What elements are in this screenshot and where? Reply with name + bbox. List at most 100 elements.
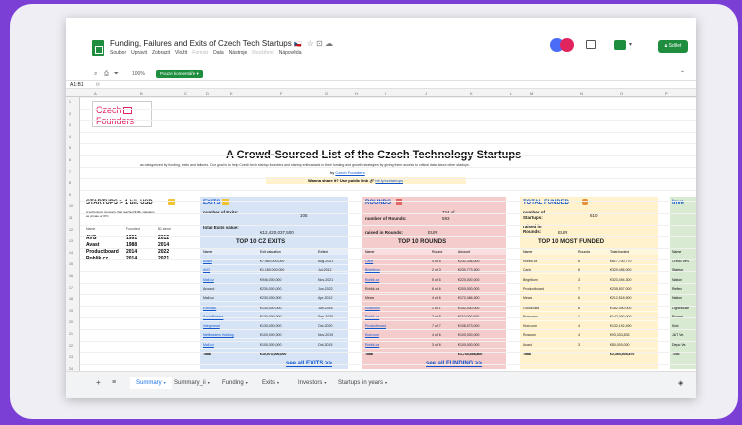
column-header[interactable]: B [140,91,143,96]
exits-name-cell[interactable]: Around [203,287,214,291]
funded-name-cell[interactable]: Mews [523,296,532,300]
column-header[interactable]: N [580,91,583,96]
menu-item[interactable]: Rozšíření [252,50,273,56]
view-mode-button[interactable]: Pouze komentáře ▾ [156,70,203,78]
exits-name-cell[interactable]: Integromat [203,324,220,328]
column-header[interactable]: A [94,91,97,96]
row-header[interactable]: 8 [69,181,71,185]
row-header[interactable]: 3 [69,123,71,127]
funded-name-cell[interactable]: Avast [523,343,532,347]
column-header[interactable]: I [385,91,386,96]
column-header[interactable]: D [206,91,209,96]
sheet-tab[interactable]: Funding ▾ [222,380,248,386]
column-header[interactable]: E [230,91,233,96]
all-sheets-icon[interactable]: ≡ [112,379,116,386]
share-button[interactable]: 🔒︎ Sdílet [658,40,688,53]
row-header[interactable]: 13 [69,239,73,243]
menu-item[interactable]: Zobrazit [152,50,170,56]
exits-name-cell[interactable]: Mall.cz [203,296,214,300]
rounds-name-cell[interactable]: Rohlik.cz [365,287,379,291]
column-header[interactable]: O [620,91,623,96]
menu-item[interactable]: Nápověda [279,50,302,56]
name-box[interactable]: A1:B1 [70,83,84,88]
investor-name[interactable]: Reflex [672,287,682,291]
column-header[interactable]: C [184,91,187,96]
investor-name[interactable]: J&T Ve. [672,333,684,337]
row-header[interactable]: 17 [69,286,73,290]
column-header[interactable]: P [665,91,668,96]
explore-icon[interactable]: ◈ [678,379,683,387]
czech-founders-link[interactable]: Czech Founders [335,170,364,175]
rounds-name-cell[interactable]: Kiwi.com [365,333,379,337]
meet-icon[interactable] [614,40,626,50]
rounds-name-cell[interactable]: Productboard [365,324,386,328]
funded-name-cell[interactable]: Kiwi.com [523,324,537,328]
unicorn-name[interactable]: Productboard [86,249,119,255]
sheet-tab[interactable]: Summary_ii ▾ [174,380,210,386]
row-header[interactable]: 12 [69,228,73,232]
add-sheet-icon[interactable]: + [96,378,101,387]
menu-item[interactable]: Data [213,50,224,56]
row-header[interactable]: 20 [69,320,73,324]
exits-name-cell[interactable]: Mall.cz [203,343,214,347]
zoom-select[interactable]: 100% [132,72,145,77]
row-header[interactable]: 4 [69,135,71,139]
row-header[interactable]: 21 [69,332,73,336]
investor-name[interactable]: Depo Ve. [672,343,686,347]
column-header[interactable]: M [530,91,533,96]
row-header[interactable]: 18 [69,297,73,301]
filter-icon[interactable]: ⏷ [114,71,119,77]
rounds-name-cell[interactable]: Rohlik.cz [365,278,379,282]
funded-name-cell[interactable]: Rossum [523,333,536,337]
print-icon[interactable]: ⎙ [104,71,109,77]
exits-name-cell[interactable]: Mall.cz [203,278,214,282]
column-header[interactable]: J [425,91,427,96]
collaborator-avatar[interactable] [560,38,574,52]
row-header[interactable]: 5 [69,146,71,150]
row-header[interactable]: 6 [69,158,71,162]
row-header[interactable]: 11 [69,216,73,220]
sheet-tab[interactable]: Startups in years ▾ [338,380,387,386]
comments-icon[interactable] [586,40,596,49]
row-header[interactable]: 15 [69,262,73,266]
sheets-logo-icon[interactable] [92,40,104,56]
meet-dropdown-icon[interactable]: ▾ [629,41,632,48]
row-header[interactable]: 2 [69,112,71,116]
cloud-icon[interactable]: ☁ [325,39,333,48]
row-header[interactable]: 22 [69,344,73,348]
row-header[interactable]: 23 [69,355,73,359]
menu-item[interactable]: Upravit [131,50,147,56]
investor-name[interactable]: Nation [672,296,682,300]
funded-name-cell[interactable]: Productboard [523,287,544,291]
document-title[interactable]: Funding, Failures and Exits of Czech Tec… [110,39,333,48]
sheet-tab[interactable]: Investors ▾ [298,380,326,386]
czech-founders-logo[interactable]: Czech Founders [92,101,152,127]
move-icon[interactable]: ⊡ [316,39,323,48]
row-header[interactable]: 9 [69,193,71,197]
menu-item[interactable]: Nástroje [229,50,248,56]
row-header[interactable]: 7 [69,170,71,174]
menu-item[interactable]: Formát [192,50,208,56]
menu-item[interactable]: Vložit [175,50,187,56]
column-header[interactable]: K [470,91,473,96]
column-header[interactable]: F [280,91,282,96]
rounds-name-cell[interactable]: Rohlik.cz [365,343,379,347]
search-menus-icon[interactable]: ⌕ [94,71,97,77]
investor-name[interactable]: Nation [672,278,682,282]
row-header[interactable]: 16 [69,274,73,278]
funded-name-cell[interactable]: Brightlum [523,278,538,282]
sheet-tab[interactable]: Summary ▾ [130,377,172,389]
star-icon[interactable]: ☆ [307,39,314,48]
row-header[interactable]: 10 [69,204,73,208]
row-header[interactable]: 1 [69,100,71,104]
row-header[interactable]: 19 [69,309,73,313]
menu-item[interactable]: Soubor [110,50,126,56]
sheet-tab[interactable]: Exits ▾ [262,380,279,386]
column-header[interactable]: L [510,91,512,96]
column-header[interactable]: G [325,91,328,96]
rounds-name-cell[interactable]: Mews [365,296,374,300]
row-header[interactable]: 14 [69,251,73,255]
exits-name-cell[interactable]: Netfleaders Holding [203,333,234,337]
collapse-menu-icon[interactable]: ⌃ [680,71,685,77]
investor-name[interactable]: Kiwi [672,324,678,328]
